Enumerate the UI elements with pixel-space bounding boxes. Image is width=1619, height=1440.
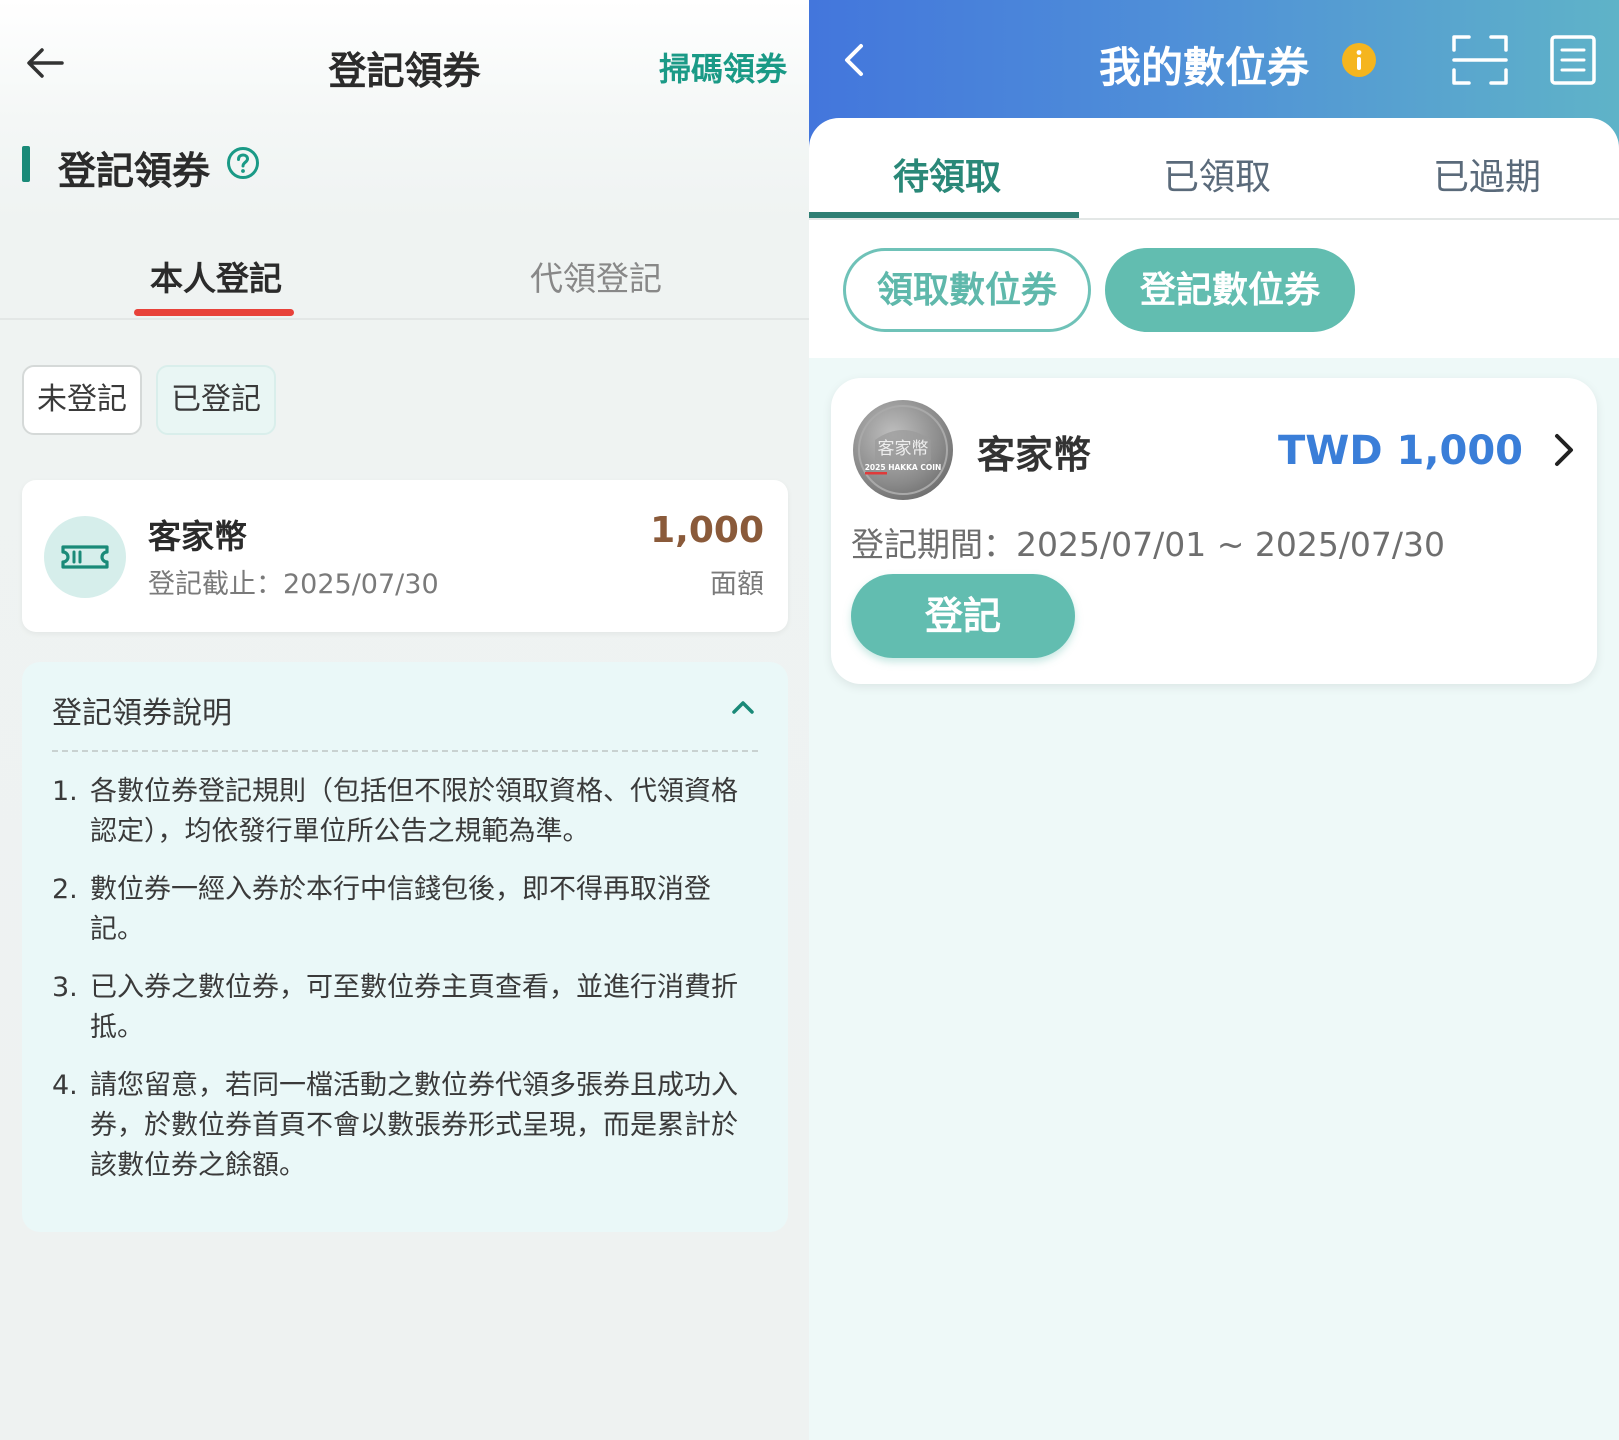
help-icon[interactable] bbox=[226, 146, 260, 180]
register-button[interactable]: 登記 bbox=[851, 574, 1075, 658]
list-item: 1. 各數位券登記規則（包括但不限於領取資格、代領資格認定），均依發行單位所公告之… bbox=[52, 776, 738, 847]
coupon-amount: TWD 1,000 bbox=[1277, 428, 1523, 474]
scan-coupon-link[interactable]: 掃碼領券 bbox=[659, 44, 787, 90]
chevron-right-icon[interactable] bbox=[1549, 430, 1577, 470]
registration-period: 登記期間：2025/07/01 ~ 2025/07/30 bbox=[851, 525, 1446, 564]
coupon-card[interactable]: 客家幣 登記截止：2025/07/30 1,000 面額 bbox=[22, 480, 788, 632]
content-panel: 待領取 已領取 已過期 領取數位券 登記數位券 bbox=[809, 118, 1619, 358]
coupon-card[interactable]: 客家幣 2025 HAKKA COIN 客家幣 TWD 1,000 登記期間：2… bbox=[831, 378, 1597, 684]
list-item: 2. 數位券一經入券於本行中信錢包後，即不得再取消登記。 bbox=[52, 874, 711, 945]
tab-self-register[interactable]: 本人登記 bbox=[150, 252, 282, 300]
back-arrow-icon[interactable] bbox=[22, 40, 68, 86]
chevron-left-icon[interactable] bbox=[833, 38, 873, 82]
info-icon[interactable] bbox=[1341, 42, 1377, 78]
screenshot-root: 登記領券 掃碼領券 登記領券 本人登記 代領登記 未登記 已登記 客家幣 登記截… bbox=[0, 0, 1619, 1440]
coupon-name: 客家幣 bbox=[977, 433, 1092, 477]
record-list-icon[interactable] bbox=[1549, 34, 1597, 86]
svg-text:2025 HAKKA COIN: 2025 HAKKA COIN bbox=[865, 463, 942, 472]
scan-icon[interactable] bbox=[1451, 34, 1509, 86]
dashed-divider bbox=[52, 750, 758, 752]
tab-proxy-register[interactable]: 代領登記 bbox=[530, 252, 662, 300]
tab-received[interactable]: 已領取 bbox=[1163, 148, 1271, 200]
filter-registered[interactable]: 已登記 bbox=[156, 365, 276, 435]
register-coupon-button[interactable]: 登記數位券 bbox=[1105, 248, 1355, 332]
active-tab-underline bbox=[809, 212, 1079, 218]
tab-divider bbox=[809, 218, 1619, 220]
tab-pending[interactable]: 待領取 bbox=[893, 148, 1001, 200]
list-item: 3. 已入券之數位券，可至數位券主頁查看，並進行消費折抵。 bbox=[52, 972, 738, 1043]
hakka-coin-logo: 客家幣 2025 HAKKA COIN bbox=[853, 400, 953, 500]
left-screen: 登記領券 掃碼領券 登記領券 本人登記 代領登記 未登記 已登記 客家幣 登記截… bbox=[0, 0, 809, 1440]
header-title: 我的數位券 bbox=[1099, 43, 1310, 92]
active-tab-underline bbox=[134, 309, 294, 316]
coupon-name: 客家幣 bbox=[148, 517, 247, 556]
instructions-panel: 登記領券說明 1. 各數位券登記規則（包括但不限於領取資格、代領資格認定），均依發… bbox=[22, 662, 788, 1232]
coupon-amount: 1,000 bbox=[650, 510, 764, 551]
section-accent-bar bbox=[22, 146, 30, 182]
coupon-amount-unit: 面額 bbox=[710, 569, 764, 600]
right-screen: 我的數位券 待領取 已領取 已過期 領取數位券 登記數位券 客家幣 2025 H… bbox=[809, 0, 1619, 1440]
list-item: 4. 請您留意，若同一檔活動之數位券代領多張券且成功入券，於數位券首頁不會以數張券… bbox=[52, 1070, 738, 1181]
receive-coupon-button[interactable]: 領取數位券 bbox=[843, 248, 1091, 332]
coupon-deadline: 登記截止：2025/07/30 bbox=[148, 569, 439, 600]
instructions-list: 1. 各數位券登記規則（包括但不限於領取資格、代領資格認定），均依發行單位所公告之… bbox=[52, 772, 752, 1204]
svg-text:客家幣: 客家幣 bbox=[878, 439, 929, 459]
section-title: 登記領券 bbox=[58, 149, 211, 193]
instructions-title: 登記領券說明 bbox=[52, 696, 232, 731]
chevron-up-icon[interactable] bbox=[728, 692, 758, 722]
tab-expired[interactable]: 已過期 bbox=[1433, 148, 1541, 200]
tab-divider bbox=[0, 318, 809, 320]
filter-unregistered[interactable]: 未登記 bbox=[22, 365, 142, 435]
ticket-icon bbox=[44, 516, 126, 598]
